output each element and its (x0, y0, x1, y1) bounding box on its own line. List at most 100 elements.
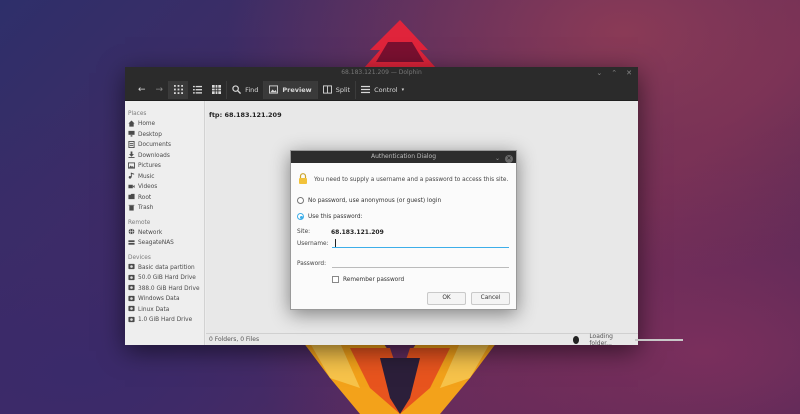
status-loading: Loading folder... (573, 333, 683, 347)
preview-label: Preview (282, 85, 312, 94)
drive-icon (128, 295, 135, 304)
places-panel: Places Home Desktop Documents Downloads Pict… (125, 101, 205, 345)
sidebar-item-label: Network (138, 229, 163, 236)
places-header: Places (128, 111, 147, 117)
devices-header: Devices (128, 254, 151, 261)
maximize-icon[interactable]: ⌃ (611, 67, 617, 79)
sidebar-item-music[interactable]: Music (125, 172, 204, 183)
home-icon (128, 120, 135, 129)
minimize-icon[interactable]: ⌄ (596, 67, 602, 79)
drive-icon (128, 274, 135, 283)
password-label: Password: (297, 261, 327, 267)
text-caret (335, 239, 336, 247)
sidebar-item-documents[interactable]: Documents (125, 140, 204, 151)
split-button[interactable]: Split (316, 80, 355, 99)
sidebar-item-1-0-gib-hard-drive[interactable]: 1.0 GiB Hard Drive (125, 315, 204, 326)
dialog-message: You need to supply a username and a pass… (314, 177, 509, 183)
sidebar-item-label: Linux Data (138, 306, 170, 313)
window-controls: ⌄ ⌃ ✕ (596, 67, 632, 79)
loading-spinner-icon (573, 335, 580, 344)
sidebar-item-label: Videos (138, 184, 158, 191)
sidebar-item-downloads[interactable]: Downloads (125, 151, 204, 162)
drive-icon (128, 305, 135, 314)
sidebar-item-home[interactable]: Home (125, 119, 204, 130)
preview-button[interactable]: Preview (263, 80, 317, 99)
wallpaper-art (300, 338, 500, 414)
status-bar: 0 Folders, 0 Files Loading folder... (206, 333, 683, 347)
sidebar-item-label: Basic data partition (138, 264, 195, 271)
drive-icon (128, 284, 135, 293)
sidebar-item-basic-data-partition[interactable]: Basic data partition (125, 263, 204, 274)
sidebar-item-linux-data[interactable]: Linux Data (125, 305, 204, 316)
authentication-dialog: Authentication Dialog ⌄ ✕ You need to su… (290, 150, 517, 310)
sidebar-item-50-0-gib-hard-drive[interactable]: 50.0 GiB Hard Drive (125, 273, 204, 284)
status-summary: 0 Folders, 0 Files (209, 336, 260, 343)
anonymous-label: No password, use anonymous (or guest) lo… (308, 197, 442, 204)
control-button[interactable]: Control ▾ (355, 80, 409, 99)
sidebar-item-label: Desktop (138, 131, 162, 138)
anonymous-radio[interactable] (297, 197, 304, 204)
sidebar-item-root[interactable]: Root (125, 193, 204, 204)
list-view-icon (193, 85, 203, 94)
site-label: Site: (297, 229, 311, 235)
anonymous-option[interactable]: No password, use anonymous (or guest) lo… (297, 197, 441, 204)
compact-view-button[interactable] (188, 81, 207, 99)
remember-password-label: Remember password (343, 276, 405, 283)
sidebar-item-pictures[interactable]: Pictures (125, 161, 204, 172)
username-field[interactable] (332, 239, 509, 248)
details-view-button[interactable] (207, 81, 226, 99)
window-titlebar[interactable]: 68.183.121.209 — Dolphin ⌄ ⌃ ✕ (125, 67, 638, 79)
remember-password-option[interactable]: Remember password (332, 276, 404, 283)
forward-button[interactable]: → (151, 81, 169, 99)
sidebar-item-388-0-gib-hard-drive[interactable]: 388.0 GiB Hard Drive (125, 284, 204, 295)
back-button[interactable]: ← (133, 81, 151, 99)
loading-label: Loading folder... (589, 332, 613, 347)
dialog-close-icon[interactable]: ✕ (505, 155, 513, 163)
sidebar-item-trash[interactable]: Trash (125, 203, 204, 214)
drive-icon (128, 263, 135, 272)
preview-icon (269, 85, 279, 94)
desktop-icon (128, 130, 135, 139)
drive-icon (128, 316, 135, 325)
icons-view-button[interactable] (168, 80, 189, 99)
forward-icon: → (155, 84, 164, 95)
videos-icon (128, 183, 135, 192)
username-label: Username: (297, 241, 329, 247)
sidebar-item-network[interactable]: Network (125, 228, 204, 239)
location-path[interactable]: ftp: 68.183.121.209 (209, 111, 282, 119)
sidebar-item-desktop[interactable]: Desktop (125, 130, 204, 141)
nas-icon (128, 239, 135, 248)
sidebar-item-label: Music (138, 173, 155, 180)
loading-progress (635, 338, 683, 341)
sidebar-item-label: Windows Data (138, 296, 180, 303)
site-value: 68.183.121.209 (331, 229, 384, 236)
use-password-radio[interactable] (297, 213, 304, 220)
cancel-button[interactable]: Cancel (471, 292, 510, 305)
dialog-minimize-icon[interactable]: ⌄ (495, 153, 500, 165)
sidebar-item-windows-data[interactable]: Windows Data (125, 294, 204, 305)
find-button[interactable]: Find (226, 80, 263, 99)
documents-icon (128, 140, 135, 150)
split-icon (322, 85, 332, 94)
sidebar-item-label: Pictures (138, 163, 161, 170)
grid-view-icon (174, 85, 184, 94)
details-view-icon (212, 85, 222, 94)
close-icon[interactable]: ✕ (626, 67, 632, 79)
sidebar-item-seagatenas[interactable]: SeagateNAS (125, 238, 204, 249)
find-label: Find (245, 85, 259, 94)
password-field[interactable] (332, 259, 509, 268)
sidebar-item-label: 50.0 GiB Hard Drive (138, 275, 196, 282)
dialog-title: Authentication Dialog (370, 153, 437, 160)
use-password-option[interactable]: Use this password: (297, 213, 363, 220)
dialog-titlebar[interactable]: Authentication Dialog ⌄ ✕ (291, 151, 516, 163)
back-icon: ← (138, 84, 146, 95)
split-label: Split (335, 85, 351, 94)
sidebar-item-label: Home (138, 121, 156, 128)
search-icon (232, 85, 242, 94)
menu-icon (361, 85, 371, 94)
sidebar-item-label: SeagateNAS (138, 240, 174, 247)
remember-password-checkbox[interactable] (332, 276, 339, 283)
sidebar-item-videos[interactable]: Videos (125, 182, 204, 193)
ok-button[interactable]: OK (427, 292, 466, 305)
downloads-icon (128, 151, 135, 160)
